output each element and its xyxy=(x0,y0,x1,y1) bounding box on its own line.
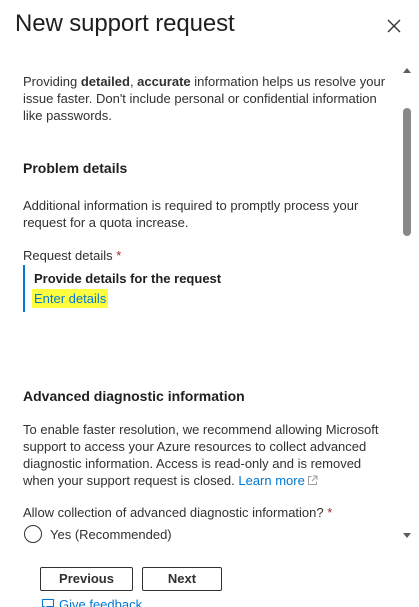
close-icon xyxy=(387,19,401,33)
allow-collection-label: Allow collection of advanced diagnostic … xyxy=(23,504,332,521)
intro-bold-accurate: accurate xyxy=(137,74,191,89)
give-feedback-label: Give feedback xyxy=(59,597,143,607)
enter-details-link[interactable]: Enter details xyxy=(32,289,109,308)
form-scroll-area: Providing detailed, accurate information… xyxy=(0,60,419,546)
vertical-scrollbar[interactable] xyxy=(400,60,418,546)
request-details-label: Request details * xyxy=(23,247,121,264)
scroll-up-arrow-icon[interactable] xyxy=(403,68,411,73)
request-details-box: Provide details for the request Enter de… xyxy=(23,265,323,312)
request-details-label-text: Request details xyxy=(23,248,113,263)
intro-text: Providing detailed, accurate information… xyxy=(23,73,388,124)
scrollbar-thumb[interactable] xyxy=(403,108,411,236)
scroll-down-arrow-icon[interactable] xyxy=(403,533,411,538)
feedback-icon xyxy=(41,598,55,607)
learn-more-label: Learn more xyxy=(238,473,305,488)
problem-details-description: Additional information is required to pr… xyxy=(23,198,359,230)
panel-footer: Previous Next Give feedback xyxy=(0,546,419,607)
radio-button-circle[interactable] xyxy=(24,525,42,543)
intro-part: Providing xyxy=(23,74,81,89)
required-marker: * xyxy=(327,505,333,520)
advanced-diagnostic-text: To enable faster resolution, we recommen… xyxy=(23,422,379,488)
next-button[interactable]: Next xyxy=(142,567,222,591)
radio-yes-label: Yes (Recommended) xyxy=(50,527,172,542)
panel-header: New support request xyxy=(0,0,419,50)
give-feedback-link[interactable]: Give feedback xyxy=(41,597,142,607)
panel-title: New support request xyxy=(15,10,235,37)
learn-more-link[interactable]: Learn more xyxy=(238,473,318,488)
advanced-diagnostic-description: To enable faster resolution, we recommen… xyxy=(23,421,383,489)
close-button[interactable] xyxy=(383,15,405,37)
external-link-icon xyxy=(307,475,318,485)
request-details-box-title: Provide details for the request xyxy=(34,271,222,286)
advanced-diagnostic-heading: Advanced diagnostic information xyxy=(23,388,245,404)
required-marker: * xyxy=(116,248,122,263)
problem-details-heading: Problem details xyxy=(23,160,128,176)
previous-button[interactable]: Previous xyxy=(40,567,133,591)
intro-bold-detailed: detailed xyxy=(80,74,130,89)
allow-collection-label-text: Allow collection of advanced diagnostic … xyxy=(23,505,324,520)
